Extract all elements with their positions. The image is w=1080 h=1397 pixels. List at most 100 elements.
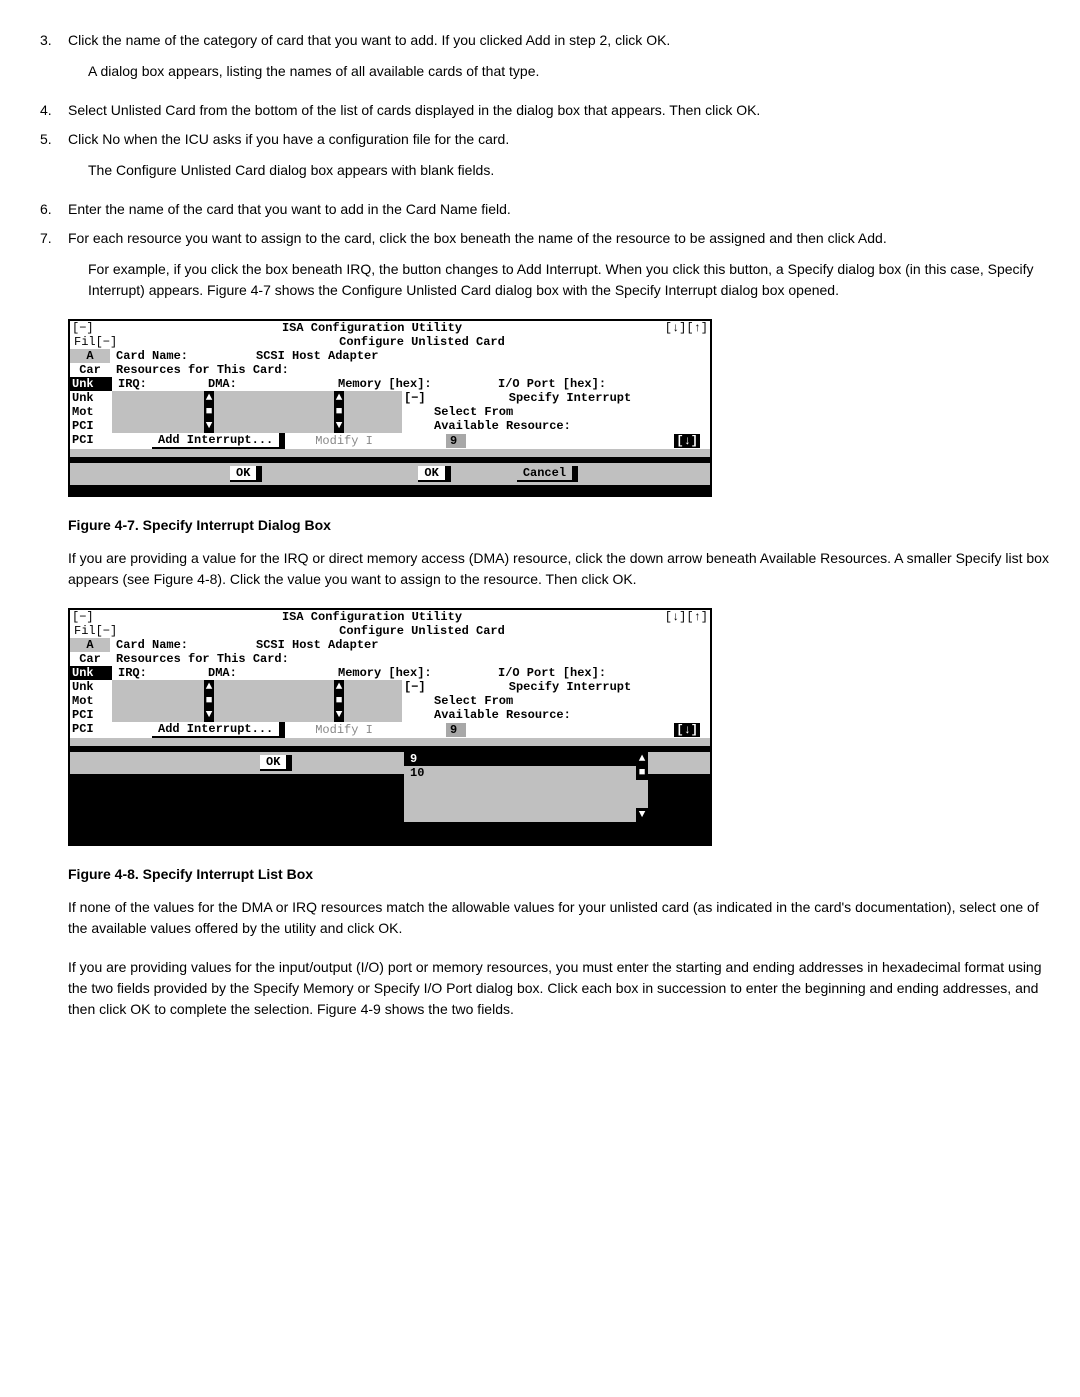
dma-scroll-thumb-icon[interactable] bbox=[334, 405, 344, 419]
step-item: 4. Select Unlisted Card from the bottom o… bbox=[40, 100, 1060, 121]
step-result-text: The Configure Unlisted Card dialog box a… bbox=[88, 160, 1060, 181]
dma-scroll-down-icon[interactable] bbox=[334, 419, 344, 433]
card-name-label: Card Name: bbox=[110, 638, 256, 652]
side-list-4: PCI bbox=[70, 722, 112, 738]
paragraph-after-fig48-b: If you are providing values for the inpu… bbox=[68, 957, 1060, 1020]
specify-dialog-title: Specify Interrupt bbox=[430, 391, 710, 405]
irq-scroll-thumb-icon[interactable] bbox=[204, 405, 214, 419]
step-number: 6. bbox=[40, 199, 52, 220]
col-irq: IRQ: bbox=[112, 666, 208, 680]
dma-scroll-up-icon[interactable] bbox=[334, 680, 344, 694]
paragraph-after-fig47: If you are providing a value for the IRQ… bbox=[68, 548, 1060, 590]
list-item[interactable]: 9 bbox=[404, 752, 636, 766]
col-dma: DMA: bbox=[208, 666, 338, 680]
instruction-steps: 3. Click the name of the category of card… bbox=[20, 30, 1060, 301]
step-text: For each resource you want to assign to … bbox=[68, 230, 887, 246]
list-item[interactable]: 10 bbox=[404, 766, 636, 780]
window-scroll-indicators: [↓][↑] bbox=[648, 321, 710, 335]
step-text: Click the name of the category of card t… bbox=[68, 32, 670, 48]
col-io-port: I/O Port [hex]: bbox=[498, 377, 710, 391]
specify-close-icon[interactable]: [−] bbox=[402, 680, 430, 694]
side-label-a: A bbox=[70, 638, 110, 652]
irq-scroll-down-icon[interactable] bbox=[204, 708, 214, 722]
col-memory: Memory [hex]: bbox=[338, 377, 498, 391]
step-number: 5. bbox=[40, 129, 52, 150]
modify-button-disabled: Modify I bbox=[315, 723, 373, 737]
side-list-1: Unk bbox=[70, 391, 112, 405]
window-control-close[interactable]: [−] bbox=[70, 610, 96, 624]
specify-select-from-label: Select From bbox=[430, 694, 710, 708]
file-menu[interactable]: Fil[−] bbox=[70, 624, 134, 638]
specify-close-icon[interactable]: [−] bbox=[402, 391, 430, 405]
irq-scroll-thumb-icon[interactable] bbox=[204, 694, 214, 708]
card-name-value[interactable]: SCSI Host Adapter bbox=[256, 638, 378, 652]
window-title: ISA Configuration Utility bbox=[96, 321, 648, 335]
step-result-text: A dialog box appears, listing the names … bbox=[88, 61, 1060, 82]
step-number: 7. bbox=[40, 228, 52, 249]
add-interrupt-button[interactable]: Add Interrupt... bbox=[152, 722, 285, 738]
window-scroll-indicators: [↓][↑] bbox=[648, 610, 710, 624]
ok-button-outer[interactable]: OK bbox=[230, 466, 262, 482]
side-list-0: Unk bbox=[70, 666, 112, 680]
step-text: Enter the name of the card that you want… bbox=[68, 201, 511, 217]
col-memory: Memory [hex]: bbox=[338, 666, 498, 680]
irq-scroll-up-icon[interactable] bbox=[204, 680, 214, 694]
dma-scroll-thumb-icon[interactable] bbox=[334, 694, 344, 708]
file-menu[interactable]: Fil[−] bbox=[70, 335, 134, 349]
specify-dialog-title: Specify Interrupt bbox=[430, 680, 710, 694]
side-label-a: A bbox=[70, 349, 110, 363]
specify-available-resource-label: Available Resource: bbox=[430, 419, 710, 433]
resources-header: Resources for This Card: bbox=[110, 652, 710, 666]
figure-4-8-caption: Figure 4-8. Specify Interrupt List Box bbox=[68, 864, 1060, 885]
list-scroll-down-icon[interactable]: ▼ bbox=[636, 808, 648, 822]
step-item: 5. Click No when the ICU asks if you have… bbox=[40, 129, 1060, 150]
specify-value-input[interactable]: 9 bbox=[446, 434, 466, 448]
specify-dropdown-icon[interactable]: [↓] bbox=[674, 723, 700, 737]
side-list-0: Unk bbox=[70, 377, 112, 391]
side-label-car: Car bbox=[70, 652, 110, 666]
step-result-text: For example, if you click the box beneat… bbox=[88, 259, 1060, 301]
col-dma: DMA: bbox=[208, 377, 338, 391]
figure-4-7-screenshot: [−] ISA Configuration Utility [↓][↑] Fil… bbox=[68, 319, 712, 497]
side-list-4: PCI bbox=[70, 433, 112, 449]
step-text: Select Unlisted Card from the bottom of … bbox=[68, 102, 760, 118]
irq-scroll-down-icon[interactable] bbox=[204, 419, 214, 433]
dialog-title: Configure Unlisted Card bbox=[134, 335, 710, 349]
dma-scroll-down-icon[interactable] bbox=[334, 708, 344, 722]
side-list-2: Mot bbox=[70, 405, 112, 419]
paragraph-after-fig48-a: If none of the values for the DMA or IRQ… bbox=[68, 897, 1060, 939]
dma-scroll-up-icon[interactable] bbox=[334, 391, 344, 405]
resources-header: Resources for This Card: bbox=[110, 363, 710, 377]
list-scroll-up-icon[interactable]: ▲ bbox=[636, 752, 648, 766]
col-irq: IRQ: bbox=[112, 377, 208, 391]
specify-available-resource-label: Available Resource: bbox=[430, 708, 710, 722]
step-item: 7. For each resource you want to assign t… bbox=[40, 228, 1060, 249]
window-title: ISA Configuration Utility bbox=[96, 610, 648, 624]
step-text: Click No when the ICU asks if you have a… bbox=[68, 131, 509, 147]
step-item: 3. Click the name of the category of card… bbox=[40, 30, 1060, 51]
add-interrupt-button[interactable]: Add Interrupt... bbox=[152, 433, 285, 449]
col-io-port: I/O Port [hex]: bbox=[498, 666, 710, 680]
specify-value-input[interactable]: 9 bbox=[446, 723, 466, 737]
card-name-value[interactable]: SCSI Host Adapter bbox=[256, 349, 378, 363]
irq-scroll-up-icon[interactable] bbox=[204, 391, 214, 405]
side-list-3: PCI bbox=[70, 419, 112, 433]
specify-interrupt-listbox[interactable]: 9 ▲ 10 ■ ▼ bbox=[404, 752, 648, 822]
side-list-3: PCI bbox=[70, 708, 112, 722]
modify-button-disabled: Modify I bbox=[315, 434, 373, 448]
cancel-button[interactable]: Cancel bbox=[517, 466, 578, 482]
window-control-close[interactable]: [−] bbox=[70, 321, 96, 335]
dialog-title: Configure Unlisted Card bbox=[134, 624, 710, 638]
ok-button-specify[interactable]: OK bbox=[418, 466, 450, 482]
side-list-2: Mot bbox=[70, 694, 112, 708]
side-list-1: Unk bbox=[70, 680, 112, 694]
figure-4-8-screenshot: [−] ISA Configuration Utility [↓][↑] Fil… bbox=[68, 608, 712, 846]
step-item: 6. Enter the name of the card that you wa… bbox=[40, 199, 1060, 220]
specify-dropdown-icon[interactable]: [↓] bbox=[674, 434, 700, 448]
step-number: 4. bbox=[40, 100, 52, 121]
card-name-label: Card Name: bbox=[110, 349, 256, 363]
ok-button-outer[interactable]: OK bbox=[260, 755, 292, 771]
figure-4-7-caption: Figure 4-7. Specify Interrupt Dialog Box bbox=[68, 515, 1060, 536]
step-number: 3. bbox=[40, 30, 52, 51]
specify-select-from-label: Select From bbox=[430, 405, 710, 419]
